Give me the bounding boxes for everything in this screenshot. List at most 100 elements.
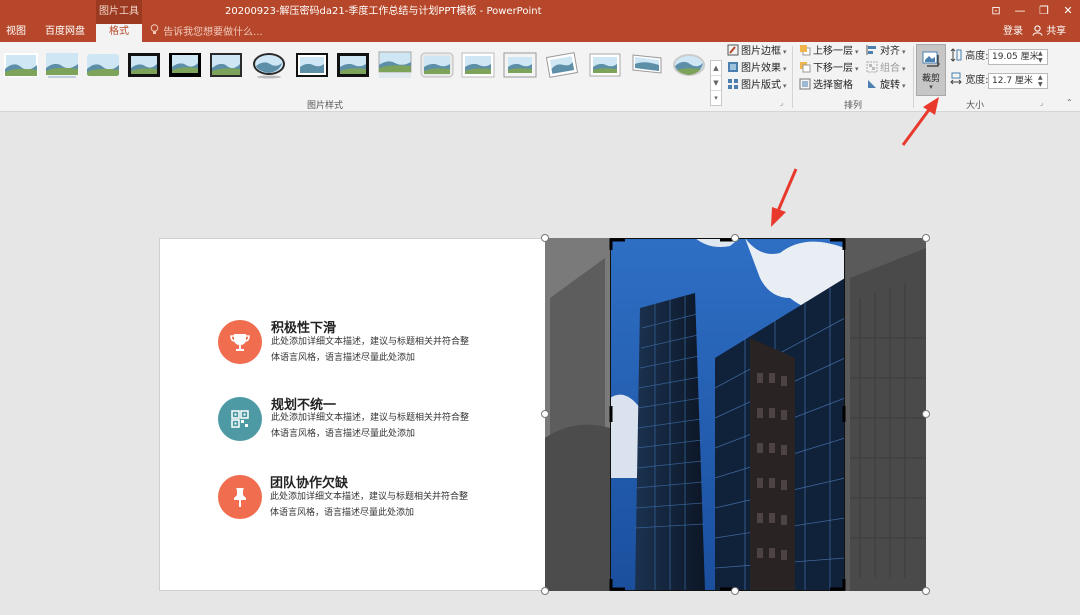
resize-handle-top-left[interactable]	[541, 234, 549, 242]
restore-button[interactable]: ❐	[1032, 0, 1056, 24]
person-icon	[1032, 25, 1046, 37]
picture-layout-label: 图片版式	[741, 80, 781, 91]
picture-layout-button[interactable]: 图片版式 ▾	[727, 78, 787, 94]
bring-forward-label: 上移一层	[813, 46, 853, 57]
arrange-group-label: 排列	[843, 101, 862, 111]
item-description: 此处添加详细文本描述，建议与标题相关并符合整体语言风格，语言描述尽量此处添加	[271, 413, 470, 439]
sign-in-link[interactable]: 登录	[1003, 24, 1023, 42]
picture-style-rotated-white[interactable]	[545, 51, 579, 79]
bring-forward-icon	[800, 45, 811, 56]
picture-style-center-shadow[interactable]	[588, 51, 622, 79]
picture-style-rounded[interactable]	[86, 51, 120, 79]
width-spinner-icon[interactable]: ▲ ▼	[1038, 74, 1046, 88]
resize-handle-bottom[interactable]	[731, 587, 739, 595]
share-button[interactable]: 共享	[1032, 24, 1066, 42]
picture-style-white-bevel[interactable]	[503, 51, 537, 79]
chevron-down-icon: ▾	[855, 65, 859, 73]
trophy-icon	[230, 334, 250, 351]
picture-style-shadow-black[interactable]	[168, 51, 202, 79]
tab-baidu-netdisk[interactable]: 百度网盘	[40, 24, 90, 42]
qr-grid-icon	[231, 410, 249, 428]
collapse-ribbon-icon[interactable]: ⌃	[1066, 97, 1073, 109]
height-value: 19.05 厘米	[992, 52, 1039, 62]
resize-handle-left[interactable]	[541, 410, 549, 418]
width-input[interactable]: 12.7 厘米 ▲ ▼	[988, 73, 1048, 89]
picture-effects-label: 图片效果	[741, 63, 781, 74]
pencil-border-icon	[727, 44, 739, 56]
gallery-scroll-up-icon[interactable]: ▲	[711, 61, 721, 76]
resize-handle-bottom-right[interactable]	[922, 587, 930, 595]
picture-tools-context-label: 图片工具	[96, 0, 142, 24]
send-backward-icon	[800, 62, 811, 73]
size-launcher-icon[interactable]: ⌟	[1040, 97, 1043, 109]
picture-style-perspective[interactable]	[630, 51, 664, 79]
picture-style-white-frame[interactable]	[461, 51, 495, 79]
selection-pane-label: 选择窗格	[813, 80, 853, 91]
building-photo-image	[545, 238, 926, 591]
resize-handle-right[interactable]	[922, 410, 930, 418]
document-title: 20200923-解压密码da21-季度工作总结与计划PPT模板 - Power…	[225, 6, 542, 17]
picture-border-label: 图片边框	[741, 46, 781, 57]
tell-me-text: 告诉我您想要做什么...	[163, 27, 263, 38]
picture-style-black-bevel[interactable]	[295, 51, 329, 79]
picture-style-oval[interactable]	[252, 51, 286, 79]
picture-style-black-double[interactable]	[336, 51, 370, 79]
picture-style-rounded-bevel[interactable]	[420, 51, 454, 79]
height-spinner-icon[interactable]: ▲ ▼	[1038, 50, 1046, 64]
picture-border-button[interactable]: 图片边框 ▾	[727, 44, 787, 60]
picture-effects-icon	[728, 62, 738, 72]
ribbon-display-options-button[interactable]: ⊡	[984, 0, 1008, 24]
title-bar: 图片工具 20200923-解压密码da21-季度工作总结与计划PPT模板 - …	[0, 0, 1080, 24]
picture-styles-gallery	[2, 45, 707, 89]
send-backward-button[interactable]: 下移一层 ▾	[799, 61, 859, 77]
resize-handle-top-right[interactable]	[922, 234, 930, 242]
chevron-down-icon: ▾	[855, 48, 859, 56]
picture-effects-button[interactable]: 图片效果 ▾	[727, 61, 787, 77]
group-button[interactable]: 组合 ▾	[866, 61, 906, 77]
selection-pane-button[interactable]: 选择窗格	[799, 78, 853, 94]
annotation-arrow-icon	[771, 168, 798, 227]
rotate-button[interactable]: 旋转 ▾	[866, 78, 906, 94]
align-icon	[866, 45, 876, 55]
width-row: 宽度: 12.7 厘米 ▲ ▼	[950, 72, 1048, 90]
picture-style-thick-black-frame[interactable]	[127, 51, 161, 79]
group-icon	[866, 61, 878, 73]
picture-layout-icon	[728, 79, 738, 89]
picture-style-thin-black[interactable]	[209, 51, 243, 79]
picture-styles-launcher-icon[interactable]: ⌟	[780, 97, 783, 109]
picture-style-simple-frame[interactable]	[4, 51, 38, 79]
picture-style-reflected[interactable]	[378, 51, 412, 79]
selection-pane-icon	[799, 78, 811, 90]
chevron-down-icon: ▾	[783, 82, 787, 90]
picture-style-soft-edge[interactable]	[45, 51, 79, 79]
picture-styles-group-label: 图片样式	[306, 101, 343, 111]
window-controls: ⊡ — ❐ ✕	[984, 0, 1080, 24]
item-circle	[218, 320, 262, 364]
height-input[interactable]: 19.05 厘米 ▲ ▼	[988, 49, 1048, 65]
gallery-more-icon[interactable]: ▾	[711, 91, 721, 106]
gallery-scroll-down-icon[interactable]: ▼	[711, 76, 721, 91]
crop-button[interactable]: 裁剪 ▾	[916, 44, 946, 96]
minimize-button[interactable]: —	[1008, 0, 1032, 24]
tab-view[interactable]: 视图	[2, 24, 30, 42]
crop-icon	[922, 51, 940, 67]
share-label: 共享	[1046, 26, 1067, 37]
bring-forward-button[interactable]: 上移一层 ▾	[799, 44, 859, 60]
gallery-scroll[interactable]: ▲ ▼ ▾	[710, 60, 722, 106]
building-photo[interactable]	[545, 238, 926, 591]
width-icon	[950, 72, 962, 85]
align-button[interactable]: 对齐 ▾	[866, 44, 906, 60]
resize-handle-bottom-left[interactable]	[541, 587, 549, 595]
group-label: 组合	[880, 63, 900, 74]
chevron-down-icon: ▾	[783, 48, 787, 56]
tell-me-search[interactable]: 告诉我您想要做什么...	[150, 24, 263, 42]
item-description: 此处添加详细文本描述，建议与标题相关并符合整体语言风格，语言描述尽量此处添加	[271, 337, 470, 363]
group-separator	[792, 46, 793, 108]
height-row: 高度: 19.05 厘米 ▲ ▼	[950, 48, 1048, 66]
picture-style-metal-oval[interactable]	[672, 51, 706, 79]
resize-handle-top[interactable]	[731, 234, 739, 242]
chevron-down-icon: ▾	[902, 82, 906, 90]
size-group-label: 大小	[965, 101, 984, 111]
tab-format[interactable]: 格式	[96, 24, 142, 42]
close-button[interactable]: ✕	[1056, 0, 1080, 24]
